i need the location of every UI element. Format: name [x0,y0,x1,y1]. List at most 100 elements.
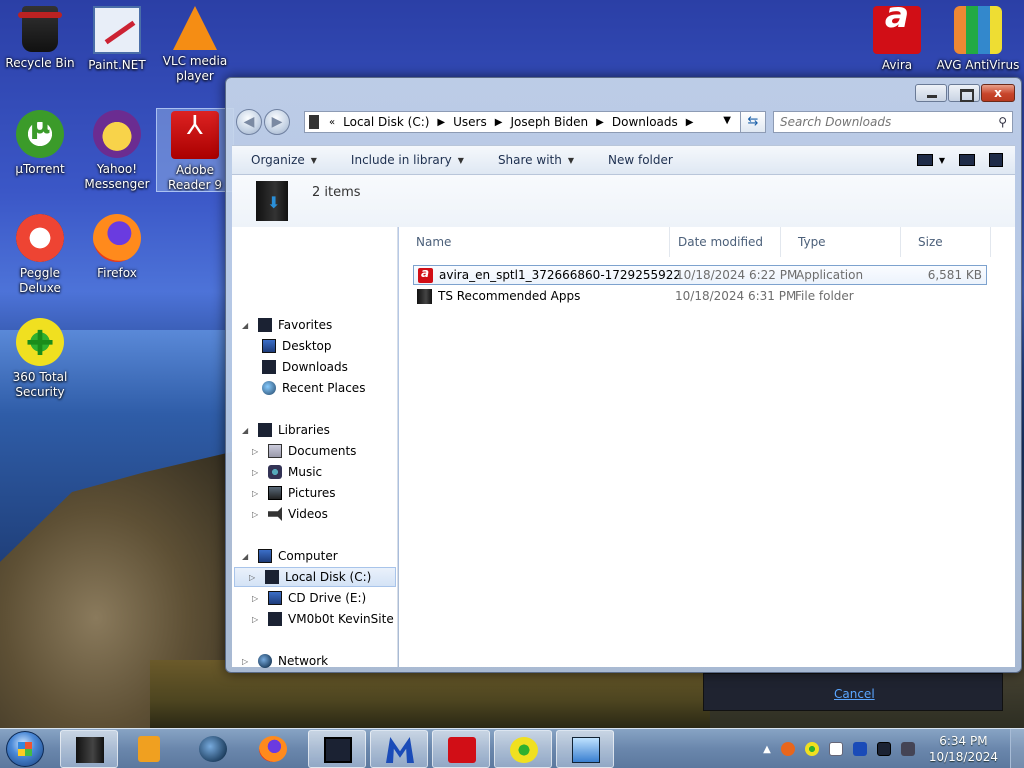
desktop-icon-avira[interactable]: Avira [858,6,936,73]
nav-pictures[interactable]: ▷ Pictures [252,483,336,503]
help-button[interactable] [989,153,1003,167]
column-header-size[interactable]: Size [901,227,991,257]
nav-recent-places[interactable]: Recent Places [262,378,365,398]
taskbar-avira[interactable] [432,730,490,768]
expand-arrow-icon[interactable]: ◢ [242,321,252,330]
collapse-arrow-icon[interactable]: ▷ [252,594,262,603]
tray-alert-icon[interactable] [780,742,795,756]
desktop-icon-adobe-reader[interactable]: Adobe Reader 9 [156,108,234,192]
nav-downloads[interactable]: Downloads [262,357,348,377]
minimize-button[interactable] [915,84,947,102]
taskbar: ▲ 6:34 PM 10/18/2024 [0,728,1024,768]
change-view-button[interactable]: ▼ [916,154,945,166]
clock[interactable]: 6:34 PM 10/18/2024 [929,733,998,765]
desktop-icon-avg[interactable]: AVG AntiVirus [936,6,1020,73]
breadcrumb-users[interactable]: Users [449,115,491,129]
maximize-button[interactable] [948,84,980,102]
cancel-link[interactable]: Cancel [834,687,875,701]
nav-libraries[interactable]: ◢ Libraries [242,420,330,440]
expand-arrow-icon[interactable]: ◢ [242,552,252,561]
refresh-button[interactable]: ⇆ [740,111,766,133]
search-input[interactable] [774,112,984,132]
breadcrumb-downloads[interactable]: Downloads [608,115,682,129]
collapse-arrow-icon[interactable]: ▷ [242,657,252,666]
preview-pane-button[interactable] [959,154,975,166]
desktop-icon-recycle-bin[interactable]: Recycle Bin [1,6,79,71]
back-button[interactable]: ◀ [236,109,262,135]
collapse-arrow-icon[interactable]: ▷ [252,510,262,519]
address-bar[interactable]: « Local Disk (C:) ▶ Users ▶ Joseph Biden… [304,111,766,133]
column-header-date[interactable]: Date modified [661,227,781,257]
search-box[interactable]: ⚲ [773,111,1013,133]
desktop-icon-firefox[interactable]: Firefox [78,214,156,281]
desktop-icon-utorrent[interactable]: µTorrent [1,110,79,177]
navigation-pane: ◢ Favorites Desktop Downloads Recent Pla… [232,227,398,668]
desktop-icon-yahoo-messenger[interactable]: Yahoo! Messenger [78,110,156,192]
search-icon[interactable]: ⚲ [998,115,1007,129]
file-date: 10/18/2024 6:31 PM [675,289,797,303]
start-button[interactable] [6,731,44,767]
tray-flag-icon[interactable] [828,742,843,756]
nav-network[interactable]: ▷ Network [242,651,328,671]
avira-icon [873,6,921,54]
nav-favorites[interactable]: ◢ Favorites [242,315,332,335]
column-header-type[interactable]: Type [781,227,901,257]
file-row[interactable]: TS Recommended Apps 10/18/2024 6:31 PM F… [413,286,987,306]
nav-local-disk[interactable]: ▷ Local Disk (C:) [234,567,396,587]
taskbar-firefox[interactable] [244,730,302,768]
360-security-icon [16,318,64,366]
taskbar-explorer[interactable] [60,730,118,768]
expand-arrow-icon[interactable]: ◢ [242,426,252,435]
caret-down-icon: ▼ [938,155,945,165]
chevron-right-icon[interactable]: ▶ [592,117,608,128]
chevron-right-icon[interactable]: ▶ [682,117,698,128]
organize-button[interactable]: Organize ▼ [232,153,332,167]
tray-shield-icon[interactable] [852,742,867,756]
nav-computer[interactable]: ◢ Computer [242,546,338,566]
taskbar-media-player[interactable] [120,730,178,768]
desktop-icon-paint-net[interactable]: Paint.NET [78,6,156,73]
tray-360-icon[interactable] [804,742,819,756]
downloads-folder-icon [256,181,288,221]
breadcrumb-joseph-biden[interactable]: Joseph Biden [506,115,592,129]
tray-volume-icon[interactable] [900,742,915,756]
taskbar-setup[interactable] [556,730,614,768]
desktop-icon-peggle[interactable]: Peggle Deluxe [1,214,79,296]
nav-videos[interactable]: ▷ Videos [252,504,328,524]
nav-cd-drive[interactable]: ▷ CD Drive (E:) [252,588,366,608]
taskbar-globe[interactable] [184,730,242,768]
chevron-right-icon[interactable]: ▶ [491,117,507,128]
collapse-arrow-icon[interactable]: ▷ [252,468,262,477]
avira-icon [418,266,433,283]
new-folder-button[interactable]: New folder [589,153,688,167]
collapse-arrow-icon[interactable]: ▷ [252,489,262,498]
desktop-icon-vlc[interactable]: VLC media player [156,6,234,84]
desktop-icon-360-total-security[interactable]: 360 Total Security [1,318,79,400]
close-button[interactable]: x [981,84,1015,102]
nav-vm-kevinsite[interactable]: ▷ VM0b0t KevinSite [252,609,394,629]
column-header-name[interactable]: Name [399,227,670,257]
view-controls: ▼ [916,153,1015,167]
tray-network-icon[interactable] [876,742,891,756]
taskbar-360-security[interactable] [494,730,552,768]
include-in-library-button[interactable]: Include in library ▼ [332,153,479,167]
breadcrumb-local-disk[interactable]: Local Disk (C:) [339,115,433,129]
nav-music[interactable]: ▷ Music [252,462,322,482]
forward-button[interactable]: ▶ [264,109,290,135]
taskbar-malwarebytes[interactable] [370,730,428,768]
show-hidden-icons-arrow-icon[interactable]: ▲ [763,744,771,755]
breadcrumb-overflow[interactable]: « [325,117,339,128]
local-disk-icon [265,570,279,584]
taskbar-screen-app[interactable] [308,730,366,768]
chevron-right-icon[interactable]: ▶ [433,117,449,128]
collapse-arrow-icon[interactable]: ▷ [252,447,262,456]
address-dropdown-icon[interactable]: ▼ [723,115,731,126]
collapse-arrow-icon[interactable]: ▷ [252,615,262,624]
nav-desktop[interactable]: Desktop [262,336,332,356]
360-security-icon [510,737,538,763]
share-with-button[interactable]: Share with ▼ [479,153,589,167]
file-row[interactable]: avira_en_sptl1_372666860-1729255922-17..… [413,265,987,285]
show-desktop-button[interactable] [1010,729,1024,768]
nav-documents[interactable]: ▷ Documents [252,441,356,461]
collapse-arrow-icon[interactable]: ▷ [249,573,259,582]
